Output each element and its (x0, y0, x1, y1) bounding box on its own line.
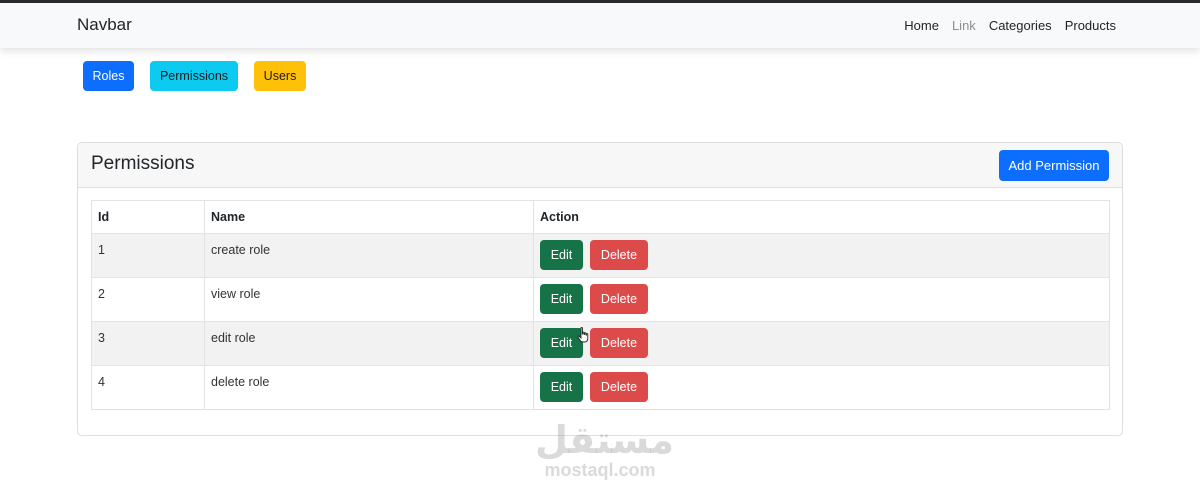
users-button[interactable]: Users (254, 61, 306, 91)
nav-link-categories[interactable]: Categories (989, 18, 1052, 33)
edit-button[interactable]: Edit (540, 240, 583, 270)
table-header-row: Id Name Action (91, 200, 1110, 234)
delete-button[interactable]: Delete (590, 284, 648, 314)
delete-button[interactable]: Delete (590, 372, 648, 402)
cell-actions: Edit Delete (533, 365, 1110, 410)
column-header-name: Name (204, 200, 534, 234)
cell-id: 2 (91, 277, 205, 322)
watermark-latin-text: mostaql.com (544, 460, 656, 480)
navbar-links: Home Link Categories Products (904, 18, 1116, 33)
cell-id: 3 (91, 321, 205, 366)
watermark-arabic-text: مستقل (535, 418, 674, 462)
card-header: Permissions Add Permission (78, 143, 1122, 188)
cell-id: 4 (91, 365, 205, 410)
permissions-card: Permissions Add Permission Id Name Actio… (77, 142, 1123, 436)
card-title: Permissions (91, 153, 195, 174)
roles-button[interactable]: Roles (83, 61, 134, 91)
nav-link-products[interactable]: Products (1065, 18, 1116, 33)
cell-name: edit role (204, 321, 534, 366)
add-permission-button[interactable]: Add Permission (999, 150, 1109, 181)
permissions-button[interactable]: Permissions (150, 61, 238, 91)
cell-actions: Edit Delete (533, 233, 1110, 278)
cell-name: delete role (204, 365, 534, 410)
column-header-action: Action (533, 200, 1110, 234)
permissions-table: Id Name Action 1 create role Edit Delete … (91, 200, 1110, 410)
edit-button[interactable]: Edit (540, 372, 583, 402)
cell-id: 1 (91, 233, 205, 278)
edit-button[interactable]: Edit (540, 284, 583, 314)
column-header-id: Id (91, 200, 205, 234)
table-row: 2 view role Edit Delete (91, 277, 1110, 322)
delete-button[interactable]: Delete (590, 240, 648, 270)
table-row: 3 edit role Edit Delete (91, 321, 1110, 366)
navbar-brand[interactable]: Navbar (77, 15, 132, 35)
hand-pointer-icon (577, 327, 589, 343)
cell-actions: Edit Delete (533, 321, 1110, 366)
navbar: Navbar Home Link Categories Products (0, 3, 1200, 48)
cell-name: view role (204, 277, 534, 322)
delete-button[interactable]: Delete (590, 328, 648, 358)
table-row: 4 delete role Edit Delete (91, 365, 1110, 410)
nav-link-home[interactable]: Home (904, 18, 939, 33)
mostaql-watermark: مستقل mostaql.com (535, 418, 674, 480)
nav-link-link[interactable]: Link (952, 18, 976, 33)
table-row: 1 create role Edit Delete (91, 233, 1110, 278)
cell-name: create role (204, 233, 534, 278)
cell-actions: Edit Delete (533, 277, 1110, 322)
